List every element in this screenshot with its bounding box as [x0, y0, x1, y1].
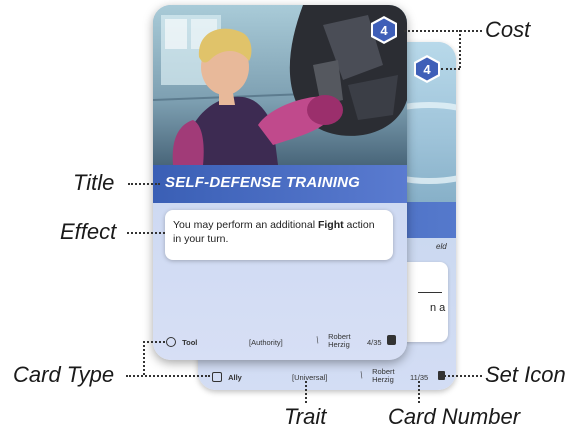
callout-title: Title — [73, 170, 115, 195]
callout-card-type: Card Type — [13, 362, 115, 387]
card-number-leader — [418, 381, 420, 403]
front-card: 4 SELF-DEFENSE TRAINING You may perform … — [153, 5, 407, 360]
back-card-rule — [418, 292, 442, 293]
front-cost-badge: 4 — [371, 16, 397, 44]
card-type-leader — [126, 375, 210, 377]
card-type-leader-top — [143, 341, 165, 343]
card-title: SELF-DEFENSE TRAINING — [165, 174, 361, 191]
callout-card-number: Card Number — [388, 404, 521, 429]
front-set-icon — [387, 335, 396, 345]
back-cost-badge: 4 — [414, 55, 440, 83]
front-card-number: 4/35 — [367, 338, 382, 347]
back-card-type: Ally — [212, 372, 242, 383]
front-card-trait: [Authority] — [249, 338, 283, 347]
cost-leader — [404, 30, 482, 32]
effect-leader — [127, 232, 165, 234]
cost-leader-drop — [459, 30, 461, 68]
brush-icon: ∕ — [357, 370, 366, 380]
back-card-effect-fragment-mid: n a — [430, 302, 446, 314]
effect-text: You may perform an additional Fight acti… — [173, 219, 375, 245]
front-card-type: Tool — [166, 337, 197, 348]
callout-set-icon: Set Icon — [485, 362, 566, 387]
callout-trait: Trait — [284, 404, 327, 429]
back-card-trait: [Universal] — [292, 373, 328, 382]
back-card-artist: ∕ Robert Herzig — [357, 367, 395, 384]
brush-icon: ∕ — [313, 335, 322, 345]
front-cost-value: 4 — [380, 23, 388, 38]
callout-effect: Effect — [60, 219, 117, 244]
back-card-effect-fragment-top: eld — [436, 242, 447, 251]
front-card-artist: ∕ Robert Herzig — [313, 332, 351, 349]
effect-box: You may perform an additional Fight acti… — [165, 210, 393, 260]
set-icon-leader — [444, 375, 482, 377]
gear-icon — [166, 337, 176, 348]
title-band: SELF-DEFENSE TRAINING — [153, 165, 407, 203]
callout-cost: Cost — [485, 17, 531, 42]
ally-icon — [212, 372, 222, 383]
back-cost-value: 4 — [423, 62, 431, 77]
card-type-leader-drop — [143, 341, 145, 375]
trait-leader — [305, 381, 307, 403]
cost-leader-back — [441, 68, 460, 70]
title-leader — [128, 183, 160, 185]
